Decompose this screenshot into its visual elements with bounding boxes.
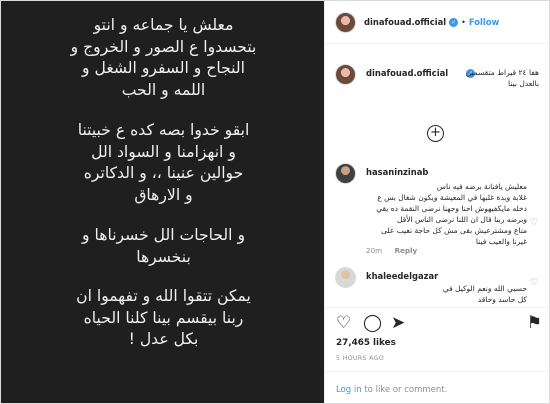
comment-2: khaleedelgazar حسبي الله ونعم الوكيل في … [335, 267, 545, 304]
post-actions: ♡ ◯ ➤ ⚑ 27,465 likes 5 HOURS AGO [325, 307, 549, 371]
reply-button[interactable]: Reply [394, 246, 417, 255]
heart-icon[interactable]: ♡ [530, 219, 539, 228]
avatar[interactable] [335, 11, 356, 33]
like-icon[interactable]: ♡ [336, 315, 351, 332]
login-rest: to like or comment. [364, 385, 448, 395]
likes-count[interactable]: 27,465 likes [336, 338, 396, 348]
comment-text: معليش يافنانة برضه فيه ناس غلابة وبدة غل… [376, 182, 527, 246]
comment-text: حسبي الله ونعم الوكيل في كل حاسد وحاقد [442, 284, 527, 304]
post-header: dinafouad.official ✓ • Follow [325, 1, 549, 44]
login-bar: Log in to like or comment. [325, 371, 549, 403]
comment-1: hasaninzinab معليش يافنانة برضه فيه ناس … [335, 163, 545, 255]
login-link[interactable]: Log in [336, 385, 362, 395]
post-time: 5 HOURS AGO [336, 355, 385, 362]
caption-username[interactable]: dinafouad.official [366, 68, 448, 78]
caption-avatar[interactable] [335, 64, 356, 85]
follow-button[interactable]: Follow [469, 17, 499, 27]
caption: dinafouad.official ✓ هفا ٢٤ قيراط متقسمي… [335, 56, 545, 96]
post-image-text-2: ابقو خدوا بصه كده ع خبيتنا و انهزامنا و … [77, 121, 250, 204]
share-icon[interactable]: ➤ [391, 315, 405, 332]
post-sidebar: dinafouad.official ✓ • Follow dinafouad.… [324, 1, 549, 403]
heart-icon[interactable]: ♡ [530, 279, 539, 288]
comment-time: 20m [366, 246, 383, 255]
post-image[interactable]: معلش يا جماعه و انتو بتحسدوا ع الصور و ا… [1, 1, 324, 403]
post-image-text-1: معلش يا جماعه و انتو بتحسدوا ع الصور و ا… [70, 16, 257, 99]
caption-text: هفا ٢٤ قيراط متقسمين بالعدل بينا [465, 68, 539, 88]
comment-username[interactable]: hasaninzinab [366, 167, 428, 177]
header-username[interactable]: dinafouad.official [364, 17, 446, 27]
comment-meta: 20m Reply [366, 246, 427, 255]
comment-username[interactable]: khaleedelgazar [366, 271, 438, 281]
add-comment-icon[interactable]: + [427, 125, 444, 142]
instagram-post-window: معلش يا جماعه و انتو بتحسدوا ع الصور و ا… [0, 0, 550, 404]
separator-dot: • [461, 17, 466, 27]
comment-icon[interactable]: ◯ [363, 315, 382, 332]
comment-avatar[interactable] [335, 267, 356, 288]
post-image-text-4: يمكن تتقوا الله و تفهموا ان ربنا بيقسم ب… [76, 287, 251, 348]
post-image-text-3: و الحاجات الل خسرناها و بنخسرها [82, 226, 245, 266]
verified-icon: ✓ [449, 17, 459, 27]
save-icon[interactable]: ⚑ [527, 315, 542, 332]
